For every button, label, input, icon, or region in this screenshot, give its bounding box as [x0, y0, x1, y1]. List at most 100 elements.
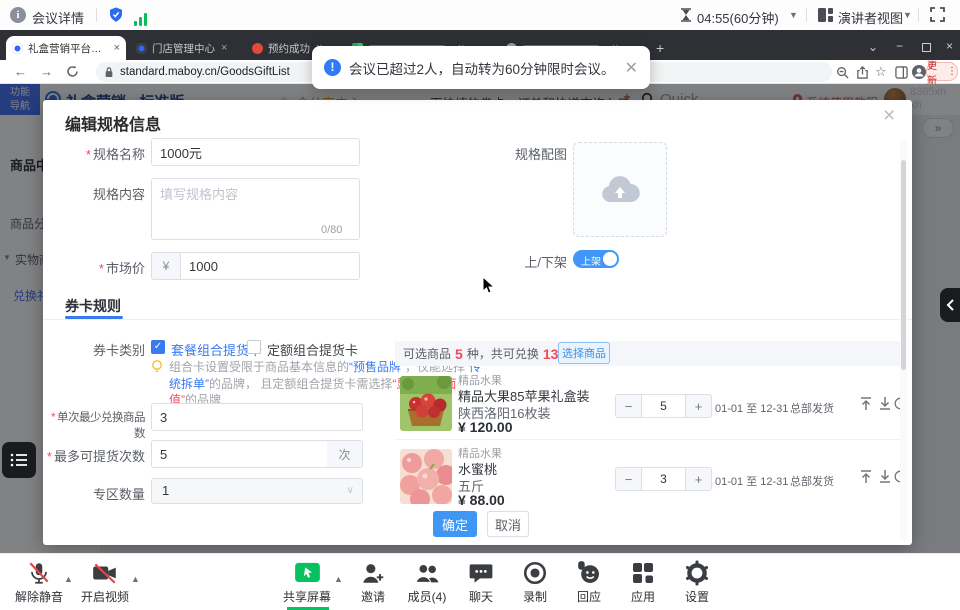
- new-tab-icon[interactable]: +: [656, 40, 664, 56]
- product-date-range: 01-01 至 12-31: [715, 473, 788, 489]
- cancel-button[interactable]: 取消: [487, 511, 529, 537]
- market-price-input[interactable]: [180, 252, 360, 280]
- card-type-option2[interactable]: 定额组合提货卡: [267, 340, 358, 359]
- qty-decrease-button[interactable]: −: [615, 467, 642, 491]
- settings-button[interactable]: 设置: [664, 559, 730, 605]
- divider: [43, 319, 912, 320]
- move-to-bottom-icon[interactable]: [878, 396, 892, 416]
- meeting-info-icon[interactable]: i: [10, 7, 26, 23]
- share-icon[interactable]: [856, 66, 869, 84]
- product-shipping: 总部发货: [790, 400, 834, 416]
- zoom-icon[interactable]: [836, 66, 849, 84]
- move-to-bottom-icon[interactable]: [878, 469, 892, 489]
- edit-spec-modal: 编辑规格信息 × *规格名称 规格内容 0/80 *市场价 ¥ 规格配图: [43, 100, 912, 545]
- timer-dropdown-caret-icon[interactable]: ▼: [789, 10, 798, 20]
- window-maximize-icon[interactable]: [922, 43, 931, 52]
- update-button[interactable]: 更新⋮: [926, 62, 958, 81]
- zone-count-select[interactable]: 1 ∨: [151, 478, 363, 504]
- annotation-tools-button[interactable]: [2, 442, 36, 478]
- forward-icon[interactable]: →: [40, 64, 53, 79]
- browser-tab-store-admin[interactable]: 门店管理中心 ×: [130, 36, 242, 60]
- tab-favicon: [252, 43, 263, 54]
- window-close-icon[interactable]: ×: [946, 39, 953, 53]
- unmute-button[interactable]: 解除静音: [6, 559, 72, 605]
- bookmark-star-icon[interactable]: ☆: [875, 64, 887, 80]
- video-options-caret[interactable]: ▲: [131, 574, 140, 584]
- modal-scrollbar-thumb[interactable]: [901, 160, 906, 370]
- divider: [395, 439, 901, 440]
- hourglass-icon: [680, 8, 692, 27]
- profile-avatar-icon[interactable]: [912, 65, 926, 84]
- qty-value[interactable]: 5: [642, 394, 685, 418]
- button-label: 设置: [664, 588, 730, 605]
- cloud-upload-icon: [600, 174, 640, 206]
- modal-title: 编辑规格信息: [65, 111, 161, 135]
- zone-count-label: 专区数量: [43, 484, 145, 503]
- security-shield-icon[interactable]: [107, 6, 125, 29]
- label-text: 最多可提货次数: [54, 449, 145, 464]
- tab-close-icon[interactable]: ×: [114, 42, 120, 54]
- update-label: 更新: [927, 57, 946, 87]
- label-text: 市场价: [106, 261, 145, 276]
- divider: [918, 8, 919, 22]
- shelf-toggle[interactable]: 上架: [573, 250, 619, 268]
- checkbox-combo-pickup-checked[interactable]: ✓: [151, 340, 165, 354]
- collapse-video-panel-button[interactable]: [940, 288, 960, 322]
- move-to-top-icon[interactable]: [859, 469, 873, 489]
- toggle-knob: [603, 252, 617, 266]
- max-pickup-label: *最多可提货次数: [43, 446, 145, 465]
- product-image-apples: [400, 376, 452, 431]
- chevron-left-icon: [946, 299, 954, 311]
- back-icon[interactable]: ←: [14, 64, 27, 79]
- tab-card-rules[interactable]: 券卡规则: [65, 296, 121, 316]
- currency-prefix: ¥: [151, 252, 181, 280]
- fullscreen-icon[interactable]: [930, 7, 945, 27]
- qty-decrease-button[interactable]: −: [615, 394, 642, 418]
- side-panel-icon[interactable]: [895, 66, 908, 84]
- min-exchange-label: *单次最少兑换商品数: [43, 409, 145, 441]
- start-video-button[interactable]: 开启视频: [72, 559, 138, 605]
- checkbox-fixed-amount-unchecked[interactable]: [247, 340, 261, 354]
- min-exchange-input[interactable]: [151, 403, 363, 431]
- qty-increase-button[interactable]: +: [685, 394, 712, 418]
- chevron-down-icon: ∨: [347, 479, 354, 503]
- share-screen-button[interactable]: 共享屏幕: [274, 559, 340, 605]
- card-type-label: 券卡类别: [43, 340, 145, 359]
- browser-tab-gift-admin[interactable]: 礼盒营销平台管理中心 ×: [6, 36, 126, 60]
- toast-close-icon[interactable]: ✕: [625, 58, 638, 78]
- tip-text: 组合卡设置受限于商品基本信息的: [169, 360, 349, 374]
- refresh-icon[interactable]: [66, 65, 79, 83]
- label-text: 规格名称: [93, 147, 145, 162]
- select-products-button[interactable]: 选择商品: [558, 342, 610, 364]
- market-price-label: *市场价: [43, 258, 145, 277]
- meeting-details-label[interactable]: 会议详情: [32, 8, 84, 27]
- tab-close-icon[interactable]: ×: [221, 42, 227, 54]
- product-shipping: 总部发货: [790, 473, 834, 489]
- tab-search-caret-icon[interactable]: ⌄: [868, 40, 878, 54]
- modal-close-icon[interactable]: ×: [883, 104, 895, 128]
- divider: [96, 8, 97, 22]
- lock-icon: [104, 66, 114, 78]
- qty-value[interactable]: 3: [642, 467, 685, 491]
- meeting-toast: ! 会议已超过2人，自动转为60分钟限时会议。 ✕: [312, 46, 650, 89]
- unit-suffix: 次: [327, 440, 363, 468]
- window-minimize-icon[interactable]: −: [896, 39, 903, 53]
- network-signal-icon[interactable]: [134, 8, 149, 26]
- zone-count-value: 1: [162, 483, 169, 498]
- char-counter: 0/80: [321, 224, 342, 236]
- summary-prefix: 可选商品: [403, 345, 451, 362]
- summary-total: 13: [543, 346, 559, 362]
- tab-title: 门店管理中心: [152, 41, 215, 56]
- max-pickup-input[interactable]: [151, 440, 328, 468]
- move-to-top-icon[interactable]: [859, 396, 873, 416]
- shelf-label: 上/下架: [465, 252, 567, 271]
- summary-count: 5: [455, 346, 463, 362]
- confirm-button[interactable]: 确定: [433, 511, 477, 537]
- qty-increase-button[interactable]: +: [685, 467, 712, 491]
- toast-text: 会议已超过2人，自动转为60分钟限时会议。: [349, 58, 615, 78]
- meeting-timer: 04:55(60分钟): [697, 8, 779, 27]
- view-dropdown-caret-icon[interactable]: ▼: [903, 10, 912, 20]
- spec-name-input[interactable]: [151, 138, 360, 166]
- view-mode-label[interactable]: 演讲者视图: [838, 8, 903, 27]
- image-upload-dropzone[interactable]: [573, 142, 667, 237]
